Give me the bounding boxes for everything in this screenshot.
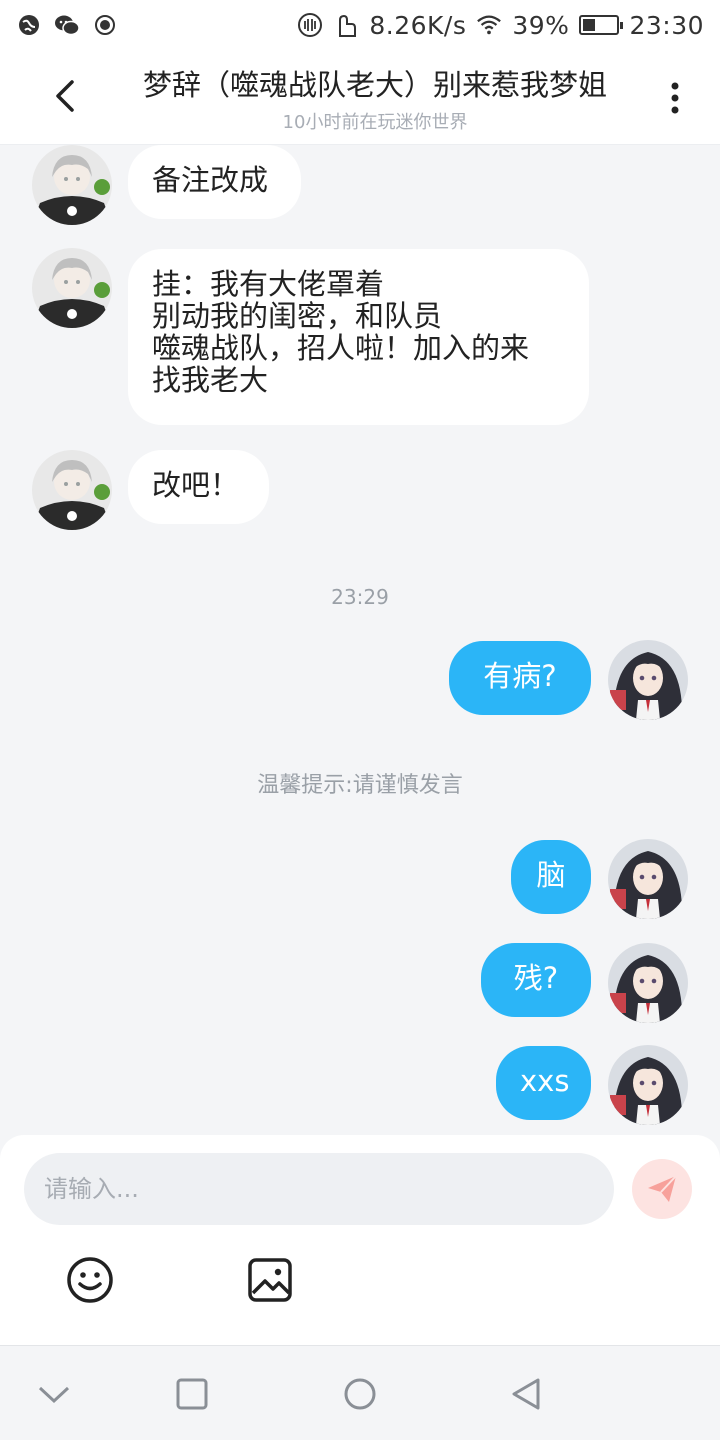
- system-nav-bar: [0, 1345, 720, 1440]
- message-line: 噬魂战队，招人啦！加入的来: [152, 331, 530, 365]
- message-line: 别动我的闺密，和队员: [152, 299, 443, 333]
- battery-percent: 39%: [512, 10, 570, 40]
- clock: 23:30: [629, 10, 704, 40]
- vibrate-icon: [297, 12, 323, 38]
- paper-plane-icon: [648, 1175, 677, 1202]
- battery-icon: [579, 15, 624, 35]
- nav-recents-button[interactable]: [174, 1376, 210, 1412]
- chevron-down-icon: [38, 1386, 70, 1404]
- chat-title: 梦辞（噬魂战队老大）别来惹我梦姐: [142, 68, 607, 102]
- triangle-back-icon: [512, 1378, 540, 1410]
- message-bubble-outgoing[interactable]: 有病?: [449, 641, 591, 715]
- message-composer: [0, 1135, 720, 1345]
- status-bar: 8.26K/s 39% 23:30: [0, 0, 720, 50]
- network-speed: 8.26K/s: [369, 10, 467, 40]
- contact-avatar[interactable]: [32, 450, 112, 530]
- message-input[interactable]: [24, 1153, 614, 1225]
- message-text: 备注改成: [152, 163, 269, 197]
- message-text: 有病?: [483, 659, 557, 693]
- message-text: 脑: [536, 858, 566, 892]
- message-timestamp: 23:29: [331, 585, 389, 609]
- my-avatar[interactable]: [608, 839, 688, 919]
- message-line: 挂：我有大佬罩着: [152, 267, 385, 301]
- message-bubble-incoming[interactable]: 备注改成: [128, 145, 301, 219]
- contact-avatar[interactable]: [32, 145, 112, 225]
- message-bubble-outgoing[interactable]: 残?: [481, 943, 591, 1017]
- wifi-icon: [476, 12, 502, 38]
- my-avatar[interactable]: [608, 640, 688, 720]
- message-text: xxs: [520, 1064, 570, 1098]
- safety-tip: 温馨提示:请谨慎发言: [257, 773, 463, 798]
- contact-avatar[interactable]: [32, 248, 112, 328]
- chevron-left-icon: [56, 80, 74, 112]
- message-bubble-incoming[interactable]: 改吧！: [128, 450, 269, 524]
- emoji-button[interactable]: [65, 1255, 115, 1305]
- message-text: 残?: [513, 961, 559, 995]
- more-button[interactable]: [660, 78, 690, 118]
- my-avatar[interactable]: [608, 943, 688, 1023]
- image-icon: [248, 1258, 292, 1302]
- record-icon: [92, 12, 118, 38]
- message-bubble-outgoing[interactable]: 脑: [511, 840, 591, 914]
- chat-subtitle: 10小时前在玩迷你世界: [282, 112, 468, 133]
- square-icon: [176, 1378, 208, 1410]
- send-button[interactable]: [632, 1159, 692, 1219]
- chat-header: 梦辞（噬魂战队老大）别来惹我梦姐 10小时前在玩迷你世界: [0, 50, 720, 145]
- wechat-icon: [54, 12, 80, 38]
- message-line: 找我老大: [152, 363, 269, 397]
- nav-collapse-button[interactable]: [36, 1376, 72, 1412]
- nav-back-button[interactable]: [508, 1376, 544, 1412]
- message-text: 改吧！: [152, 468, 240, 502]
- globe-icon: [16, 12, 42, 38]
- message-bubble-outgoing[interactable]: xxs: [496, 1046, 591, 1120]
- gesture-icon: [333, 12, 359, 38]
- more-vertical-icon: [671, 82, 679, 114]
- my-avatar[interactable]: [608, 1045, 688, 1125]
- back-button[interactable]: [44, 74, 88, 118]
- message-bubble-incoming[interactable]: 挂：我有大佬罩着 别动我的闺密，和队员 噬魂战队，招人啦！加入的来 找我老大: [128, 249, 589, 425]
- nav-home-button[interactable]: [342, 1376, 378, 1412]
- smiley-icon: [67, 1257, 113, 1303]
- circle-icon: [344, 1378, 376, 1410]
- image-button[interactable]: [245, 1255, 295, 1305]
- message-list: 备注改成 挂：我有大佬罩着 别动我的闺密，和队员 噬魂战队，招人啦！加入的来 找…: [0, 145, 720, 1135]
